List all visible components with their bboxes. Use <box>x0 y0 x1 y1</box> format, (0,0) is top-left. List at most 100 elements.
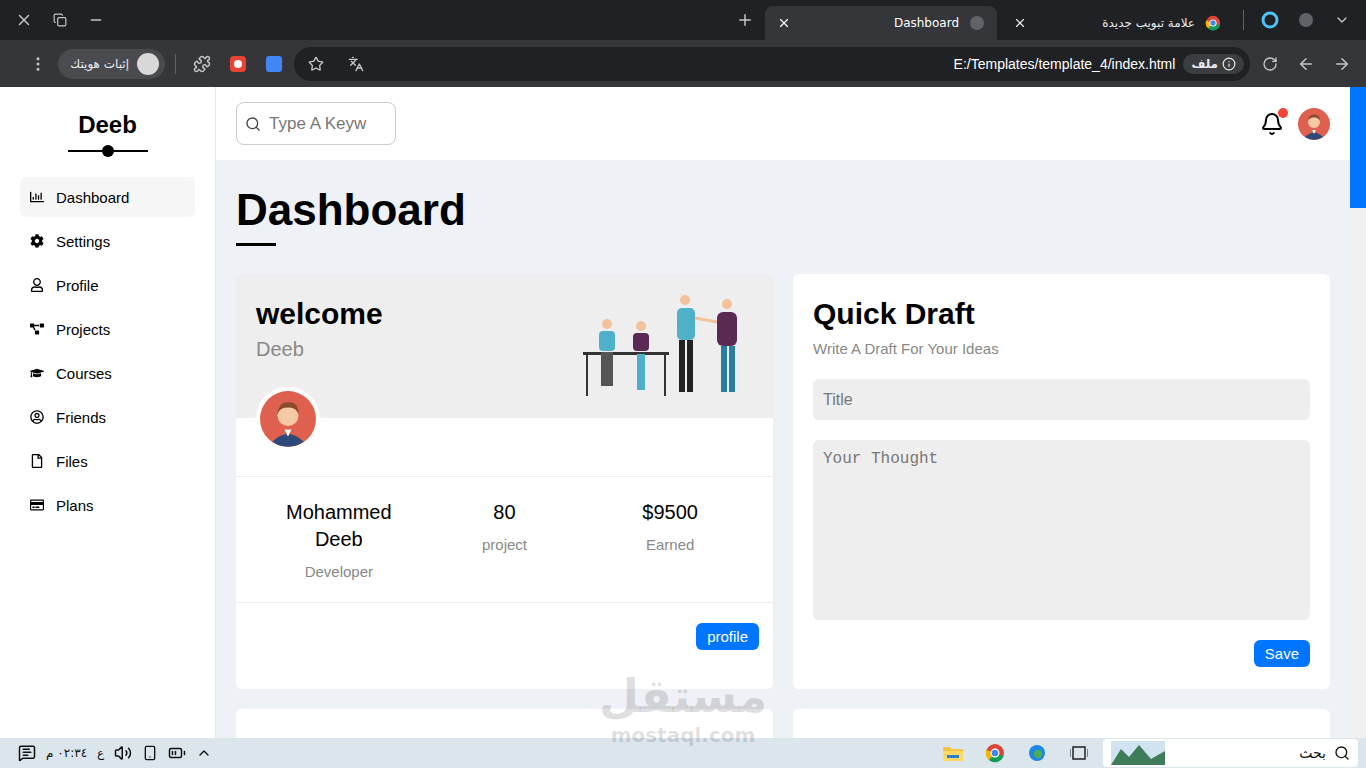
sidebar-item[interactable]: Plans <box>20 485 195 525</box>
sidebar-item[interactable]: Profile <box>20 265 195 305</box>
reload-button[interactable] <box>1254 48 1286 80</box>
quick-draft-card: Quick DraftWrite A Draft For Your IdeasS… <box>793 274 1330 689</box>
taskbar-search[interactable]: بحث <box>1103 739 1358 767</box>
chrome-icon <box>1205 15 1221 31</box>
chrome-button[interactable] <box>977 739 1013 767</box>
star-icon <box>308 56 324 72</box>
profile-button[interactable]: profile <box>696 623 759 650</box>
sidebar-item-icon <box>30 410 44 424</box>
profile-avatar <box>137 53 159 75</box>
draft-body-input[interactable] <box>813 440 1310 620</box>
translate-icon <box>348 56 364 72</box>
card-grid: welcomeDeebMohammed DeebDeveloper80proje… <box>236 274 1330 738</box>
site-info-chip[interactable]: ملف <box>1183 54 1244 74</box>
minimize-button[interactable] <box>80 4 112 36</box>
close-icon[interactable] <box>777 16 791 30</box>
stat-value: $9500 <box>642 499 698 526</box>
explorer-button[interactable] <box>935 739 971 767</box>
notifications-button[interactable] <box>1260 112 1284 136</box>
sidebar-item[interactable]: Courses <box>20 353 195 393</box>
page: Deeb DashboardSettingsProfileProjectsCour… <box>0 87 1366 738</box>
avatar-icon <box>1298 108 1330 140</box>
extension-button[interactable] <box>1290 4 1322 36</box>
puzzle-icon <box>193 55 211 73</box>
scrollbar-thumb[interactable] <box>1350 87 1366 208</box>
stat: 80project <box>422 499 588 580</box>
arrow-left-icon <box>1297 55 1315 73</box>
search-input[interactable] <box>267 113 387 135</box>
clock[interactable]: ٠٢:٣٤ م <box>46 746 87 760</box>
content: DashboardwelcomeDeebMohammed DeebDevelop… <box>216 87 1350 738</box>
stat: $9500Earned <box>587 499 753 580</box>
sidebar-item-icon <box>30 190 44 204</box>
close-icon[interactable] <box>1013 16 1027 30</box>
system-tray: ع ٠٢:٣٤ م <box>8 744 212 762</box>
chrome-icon <box>985 743 1005 763</box>
task-view-button[interactable] <box>1061 739 1097 767</box>
browser-tab[interactable]: علامة تبويب جديدة <box>1001 6 1233 40</box>
chevron-up-icon[interactable] <box>196 745 212 761</box>
edge-icon <box>1028 744 1046 762</box>
landscape-icon <box>1111 741 1165 765</box>
omnibox[interactable]: ملف E:/Templates/template_4/index.html <box>294 47 1250 81</box>
watermark-site: mostaql.com <box>611 724 756 746</box>
back-button[interactable] <box>1290 48 1322 80</box>
save-button[interactable]: Save <box>1254 640 1310 667</box>
sidebar-item[interactable]: Projects <box>20 309 195 349</box>
search-icon <box>1334 745 1350 761</box>
record-extension[interactable] <box>222 48 254 80</box>
stat-label: project <box>482 536 527 553</box>
url-text: E:/Templates/template_4/index.html <box>954 56 1176 72</box>
language-indicator[interactable]: ع <box>97 746 104 760</box>
favicon-icon <box>969 15 985 31</box>
battery-icon[interactable] <box>168 744 186 762</box>
welcome-card: welcomeDeebMohammed DeebDeveloper80proje… <box>236 274 773 689</box>
close-window-button[interactable] <box>8 4 40 36</box>
task-view-icon <box>1070 745 1088 761</box>
translate-extension[interactable] <box>258 48 290 80</box>
translate-button[interactable] <box>340 48 372 80</box>
stat-value: Mohammed Deeb <box>274 499 404 553</box>
edge-button[interactable] <box>1019 739 1055 767</box>
draft-title-input[interactable] <box>813 379 1310 420</box>
restore-button[interactable] <box>44 4 76 36</box>
browser-tab[interactable]: Dashboard <box>765 6 997 40</box>
dashboard-card <box>236 709 773 738</box>
sidebar-item-icon <box>30 234 44 248</box>
watermark: مستقلmostaql.com <box>598 668 768 746</box>
extensions-button[interactable] <box>186 48 218 80</box>
scrollbar[interactable] <box>1350 87 1366 738</box>
notifications-icon[interactable] <box>18 744 36 762</box>
new-tab-button[interactable] <box>729 4 761 36</box>
sidebar-item[interactable]: Settings <box>20 221 195 261</box>
welcome-stats: Mohammed DeebDeveloper80project$9500Earn… <box>236 476 773 603</box>
watermark-logo: مستقل <box>599 668 767 724</box>
dashboard-card <box>793 709 1330 738</box>
menu-button[interactable] <box>22 48 54 80</box>
ring-icon <box>1261 11 1279 29</box>
extension-button[interactable] <box>1254 4 1286 36</box>
profile-button[interactable]: إثبات هويتك <box>58 49 165 79</box>
sidebar-item[interactable]: Files <box>20 441 195 481</box>
welcome-avatar <box>256 387 320 451</box>
tab-search-button[interactable] <box>1326 4 1358 36</box>
google-translate-icon <box>265 55 283 73</box>
record-icon <box>229 55 247 73</box>
quick-draft-subtitle: Write A Draft For Your Ideas <box>813 340 1310 357</box>
avatar-icon <box>260 391 316 447</box>
speaker-icon[interactable] <box>114 744 132 762</box>
globe-icon <box>1298 12 1314 28</box>
sidebar: DeebDashboardSettingsProfileProjectsCour… <box>0 87 216 738</box>
sidebar-item[interactable]: Friends <box>20 397 195 437</box>
search-icon <box>245 116 261 132</box>
screen: علامة تبويب جديدةDashboardملفE:/Template… <box>0 0 1366 768</box>
sidebar-item[interactable]: Dashboard <box>20 177 195 217</box>
sidebar-item-icon <box>30 278 44 292</box>
phone-icon[interactable] <box>142 745 158 761</box>
bookmark-button[interactable] <box>300 48 332 80</box>
close-icon <box>15 11 33 29</box>
reload-icon <box>1262 56 1278 72</box>
welcome-subtitle: Deeb <box>256 338 383 361</box>
forward-button[interactable] <box>1326 48 1358 80</box>
sidebar-item-icon <box>30 454 44 468</box>
